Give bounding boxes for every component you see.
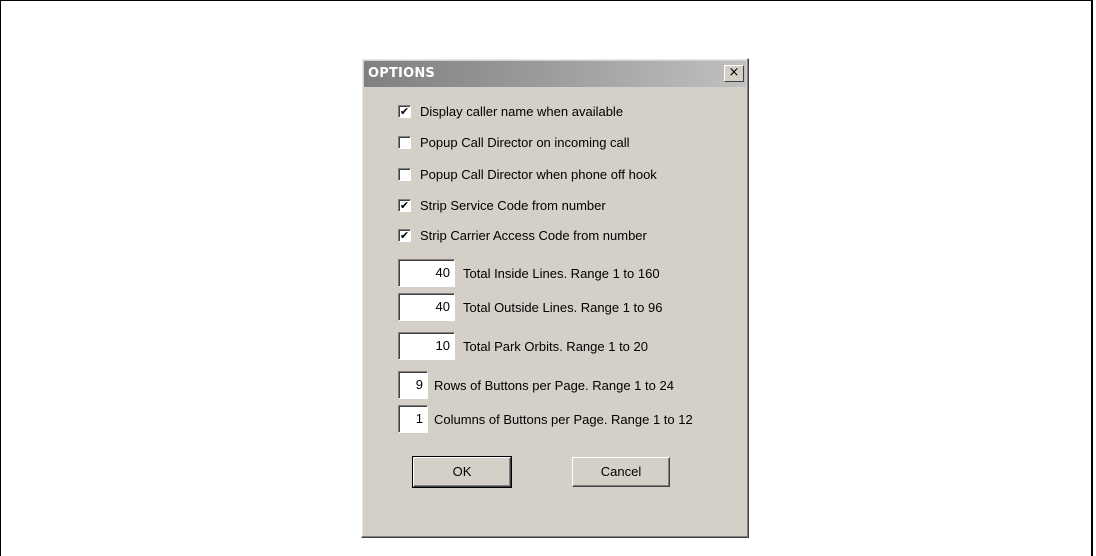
popup-off-hook-label: Popup Call Director when phone off hook	[420, 166, 657, 182]
outside-lines-label: Total Outside Lines. Range 1 to 96	[463, 299, 663, 315]
inside-lines-row: 40 Total Inside Lines. Range 1 to 160	[398, 259, 660, 287]
popup-on-incoming-label: Popup Call Director on incoming call	[420, 134, 630, 150]
popup-off-hook-checkbox[interactable]	[398, 167, 411, 181]
cancel-button[interactable]: Cancel	[572, 457, 670, 487]
options-dialog: OPTIONS × ✔ Display caller name when ava…	[361, 58, 749, 538]
close-icon: ×	[728, 65, 740, 80]
inside-lines-label: Total Inside Lines. Range 1 to 160	[463, 265, 660, 281]
strip-service-code-checkbox[interactable]: ✔	[398, 198, 411, 212]
strip-service-code-label: Strip Service Code from number	[420, 197, 606, 213]
columns-per-page-input[interactable]: 1	[398, 405, 428, 433]
rows-per-page-row: 9 Rows of Buttons per Page. Range 1 to 2…	[398, 371, 674, 399]
dialog-title: OPTIONS	[368, 66, 435, 81]
close-button[interactable]: ×	[724, 65, 744, 82]
outside-lines-row: 40 Total Outside Lines. Range 1 to 96	[398, 293, 662, 321]
strip-service-code-option[interactable]: ✔ Strip Service Code from number	[398, 196, 606, 214]
popup-on-incoming-checkbox[interactable]	[398, 135, 411, 149]
ok-button[interactable]: OK	[412, 456, 512, 488]
park-orbits-row: 10 Total Park Orbits. Range 1 to 20	[398, 332, 648, 360]
strip-carrier-code-checkbox[interactable]: ✔	[398, 228, 411, 242]
popup-on-incoming-option[interactable]: Popup Call Director on incoming call	[398, 133, 630, 151]
outside-lines-input[interactable]: 40	[398, 293, 455, 321]
columns-per-page-label: Columns of Buttons per Page. Range 1 to …	[434, 411, 693, 427]
popup-off-hook-option[interactable]: Popup Call Director when phone off hook	[398, 165, 657, 183]
park-orbits-input[interactable]: 10	[398, 332, 455, 360]
strip-carrier-code-option[interactable]: ✔ Strip Carrier Access Code from number	[398, 226, 647, 244]
inside-lines-input[interactable]: 40	[398, 259, 455, 287]
display-caller-name-checkbox[interactable]: ✔	[398, 104, 411, 118]
display-caller-name-option[interactable]: ✔ Display caller name when available	[398, 102, 623, 120]
strip-carrier-code-label: Strip Carrier Access Code from number	[420, 227, 647, 243]
display-caller-name-label: Display caller name when available	[420, 103, 624, 119]
rows-per-page-input[interactable]: 9	[398, 371, 428, 399]
title-bar[interactable]: OPTIONS ×	[364, 61, 746, 87]
columns-per-page-row: 1 Columns of Buttons per Page. Range 1 t…	[398, 405, 693, 433]
park-orbits-label: Total Park Orbits. Range 1 to 20	[463, 338, 648, 354]
rows-per-page-label: Rows of Buttons per Page. Range 1 to 24	[434, 377, 674, 393]
